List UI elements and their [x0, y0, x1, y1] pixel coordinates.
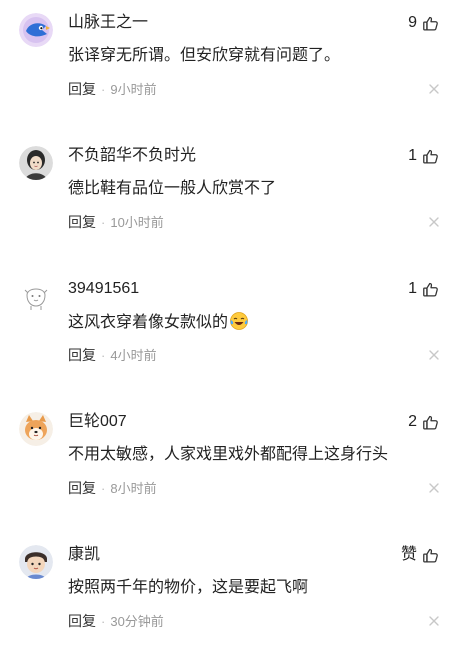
comment-item: 不负韶华不负时光 1 德比鞋有品位一般人欣赏不了 回复 · 10小时前: [0, 133, 461, 267]
username[interactable]: 山脉王之一: [68, 12, 148, 34]
comment-text-body: 不用太敏感，人家戏里戏外都配得上这身行头: [68, 446, 389, 463]
thumbs-up-icon[interactable]: [422, 414, 439, 431]
separator-dot: ·: [101, 82, 106, 97]
like-count: 1: [408, 280, 417, 297]
like-count: 赞: [400, 546, 417, 563]
timestamp: 4小时前: [110, 348, 157, 363]
comment-text: 这风衣穿着像女款似的: [68, 311, 249, 338]
thumbs-up-icon[interactable]: [422, 148, 439, 165]
avatar[interactable]: [19, 412, 53, 446]
comment-item: 39491561 1 这风衣穿着像女款似的 回复 · 4小时前: [0, 266, 461, 400]
close-icon[interactable]: [427, 82, 441, 96]
laughing-tears-emoji-icon: [229, 311, 249, 338]
username[interactable]: 39491561: [68, 278, 139, 300]
like-count: 2: [408, 413, 417, 430]
comment-text: 按照两千年的物价，这是要起飞啊: [68, 577, 308, 599]
avatar[interactable]: [19, 545, 53, 579]
thumbs-up-icon[interactable]: [422, 547, 439, 564]
comment-text: 德比鞋有品位一般人欣赏不了: [68, 178, 276, 200]
like-button[interactable]: 1: [408, 143, 439, 169]
separator-dot: ·: [101, 481, 106, 496]
comment-text-body: 张译穿无所谓。但安欣穿就有问题了。: [68, 47, 341, 64]
close-icon[interactable]: [427, 215, 441, 229]
comment-text-body: 德比鞋有品位一般人欣赏不了: [68, 180, 277, 197]
like-button[interactable]: 1: [408, 276, 439, 302]
like-count: 9: [408, 14, 417, 31]
close-icon[interactable]: [427, 348, 441, 362]
separator-dot: ·: [101, 614, 106, 629]
reply-button[interactable]: 回复: [68, 480, 96, 496]
reply-button[interactable]: 回复: [68, 347, 96, 363]
comment-item: 康凯 赞 按照两千年的物价，这是要起飞啊 回复 · 30分钟前: [0, 532, 461, 666]
comment-text: 不用太敏感，人家戏里戏外都配得上这身行头: [68, 444, 388, 466]
timestamp: 8小时前: [110, 481, 157, 496]
comment-text: 张译穿无所谓。但安欣穿就有问题了。: [68, 45, 340, 67]
separator-dot: ·: [101, 215, 106, 230]
username[interactable]: 巨轮007: [68, 411, 127, 433]
comment-text-body: 按照两千年的物价，这是要起飞啊: [68, 579, 309, 596]
thumbs-up-icon[interactable]: [422, 15, 439, 32]
reply-button[interactable]: 回复: [68, 81, 96, 97]
username[interactable]: 康凯: [68, 544, 100, 566]
like-button[interactable]: 2: [408, 409, 439, 435]
like-button[interactable]: 赞: [401, 542, 439, 568]
like-button[interactable]: 9: [408, 10, 439, 36]
close-icon[interactable]: [427, 614, 441, 628]
avatar[interactable]: [19, 146, 53, 180]
comment-meta: 回复 · 9小时前: [68, 80, 157, 99]
reply-button[interactable]: 回复: [68, 214, 96, 230]
comment-item: 巨轮007 2 不用太敏感，人家戏里戏外都配得上这身行头 回复 · 8小时前: [0, 399, 461, 533]
timestamp: 30分钟前: [110, 614, 164, 629]
comment-text-body: 这风衣穿着像女款似的: [68, 314, 229, 331]
separator-dot: ·: [101, 348, 106, 363]
username[interactable]: 不负韶华不负时光: [68, 145, 196, 167]
timestamp: 10小时前: [110, 215, 164, 230]
comment-meta: 回复 · 10小时前: [68, 213, 164, 232]
avatar[interactable]: [19, 279, 53, 313]
avatar[interactable]: [19, 13, 53, 47]
reply-button[interactable]: 回复: [68, 613, 96, 629]
thumbs-up-icon[interactable]: [422, 281, 439, 298]
comment-meta: 回复 · 4小时前: [68, 346, 157, 365]
comment-meta: 回复 · 30分钟前: [68, 612, 164, 631]
comment-meta: 回复 · 8小时前: [68, 479, 157, 498]
close-icon[interactable]: [427, 481, 441, 495]
like-count: 1: [408, 147, 417, 164]
timestamp: 9小时前: [110, 82, 157, 97]
comment-item: 山脉王之一 9 张译穿无所谓。但安欣穿就有问题了。 回复 · 9小时前: [0, 0, 461, 134]
